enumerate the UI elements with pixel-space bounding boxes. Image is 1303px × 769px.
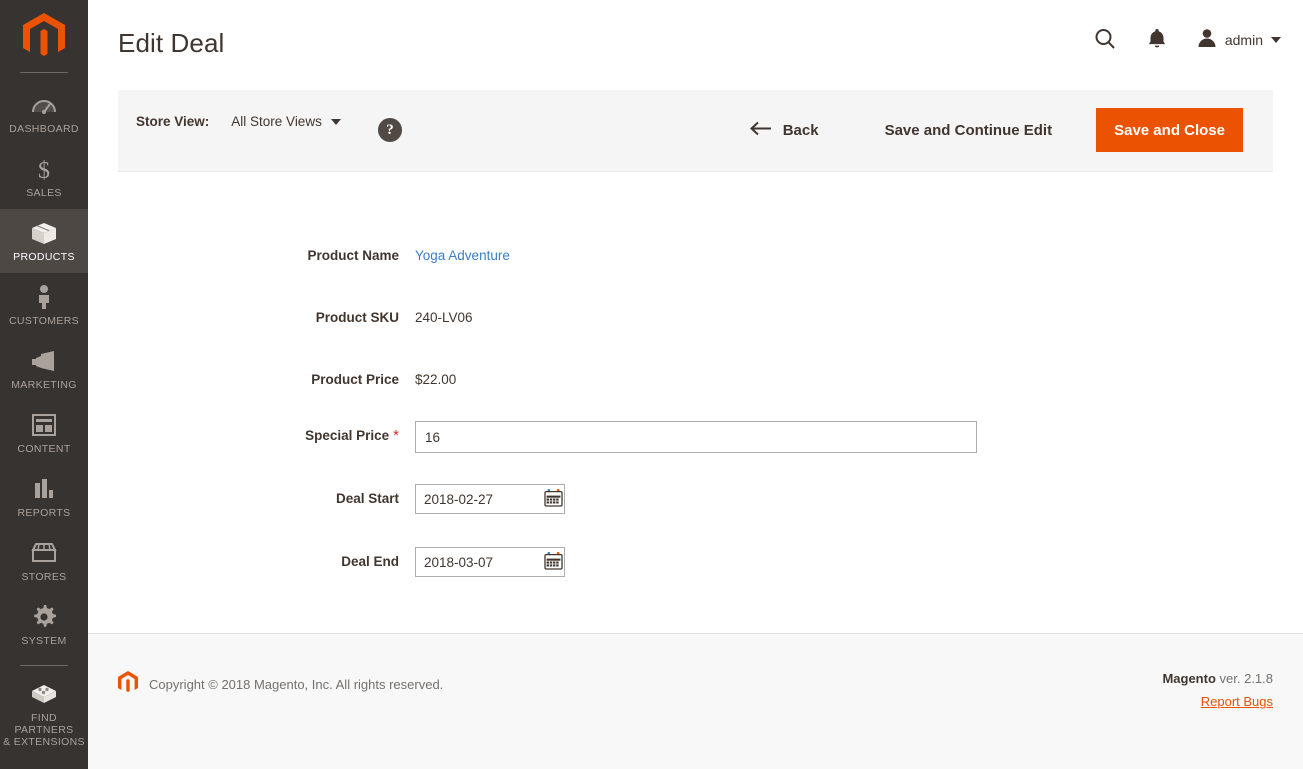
- field-label: Special Price *: [88, 421, 415, 446]
- page-title: Edit Deal: [118, 28, 225, 58]
- store-view-block: Store View: All Store Views: [136, 114, 341, 129]
- sidebar-item-label: Products: [13, 251, 75, 263]
- search-icon: [1093, 27, 1117, 54]
- main-sidebar: Dashboard $ Sales Products: [0, 0, 88, 769]
- layout-icon: [2, 412, 86, 438]
- sidebar-item-label: Dashboard: [9, 123, 79, 135]
- sidebar-item-sales[interactable]: $ Sales: [0, 145, 88, 209]
- sidebar-item-label-line1: Find Partners: [14, 712, 74, 736]
- sidebar-item-products[interactable]: Products: [0, 209, 88, 273]
- sidebar-item-label: Sales: [26, 187, 62, 199]
- field-label: Product Price: [311, 372, 399, 387]
- page-header: Edit Deal admin: [88, 0, 1303, 88]
- back-button-label: Back: [782, 121, 819, 139]
- box-icon: [2, 220, 86, 246]
- extension-icon: [2, 681, 86, 707]
- field-label: Product Name: [307, 248, 399, 263]
- search-button[interactable]: [1092, 26, 1118, 54]
- copyright-text: Copyright © 2018 Magento, Inc. All right…: [149, 677, 444, 692]
- arrow-left-icon: [749, 121, 772, 140]
- page-actions-toolbar: Store View: All Store Views ? Back Save …: [118, 90, 1273, 172]
- deal-start-calendar-button[interactable]: [543, 485, 564, 513]
- sidebar-item-find-partners-extensions[interactable]: Find Partners & Extensions: [0, 670, 88, 758]
- page-footer: Copyright © 2018 Magento, Inc. All right…: [88, 633, 1303, 769]
- store-view-switcher[interactable]: All Store Views: [231, 114, 341, 129]
- product-price-value: $22.00: [415, 372, 457, 387]
- product-sku-value: 240-LV06: [415, 310, 473, 325]
- sidebar-item-marketing[interactable]: Marketing: [0, 337, 88, 401]
- storefront-icon: [2, 540, 86, 566]
- chevron-down-icon: [1271, 37, 1281, 43]
- field-label: Deal End: [341, 554, 399, 569]
- field-row-product-name: Product Name Yoga Adventure: [88, 241, 1303, 266]
- person-icon: [2, 284, 86, 310]
- sidebar-item-label: Reports: [17, 507, 71, 519]
- store-view-value: All Store Views: [231, 114, 322, 129]
- sidebar-divider-top: [20, 72, 68, 73]
- version-number: ver. 2.1.8: [1215, 671, 1273, 686]
- deal-end-calendar-button[interactable]: [543, 548, 564, 576]
- product-name-link[interactable]: Yoga Adventure: [415, 241, 510, 266]
- sidebar-item-label: Content: [17, 443, 71, 455]
- sidebar-item-stores[interactable]: Stores: [0, 529, 88, 593]
- deal-end-datefield: [415, 547, 565, 577]
- dollar-icon: $: [2, 156, 86, 182]
- calendar-icon: [544, 551, 563, 573]
- calendar-icon: [544, 488, 563, 510]
- sidebar-item-dashboard[interactable]: Dashboard: [0, 81, 88, 145]
- field-label: Deal Start: [335, 491, 399, 506]
- header-actions: admin: [1092, 26, 1281, 54]
- notifications-button[interactable]: [1144, 26, 1170, 54]
- required-asterisk: *: [393, 427, 399, 445]
- special-price-label: Special Price: [305, 428, 390, 443]
- field-row-deal-end: Deal End: [88, 547, 1303, 577]
- sidebar-item-label: Stores: [21, 571, 67, 583]
- magento-logo-small-icon: [118, 671, 138, 698]
- admin-username: admin: [1224, 32, 1263, 48]
- sidebar-divider-bottom: [20, 665, 68, 666]
- sidebar-item-customers[interactable]: Customers: [0, 273, 88, 337]
- bell-icon: [1146, 27, 1168, 54]
- deal-start-input[interactable]: [416, 485, 543, 513]
- version-text: Magento ver. 2.1.8: [1162, 671, 1273, 686]
- chevron-down-icon: [330, 118, 341, 125]
- sidebar-item-reports[interactable]: Reports: [0, 465, 88, 529]
- admin-page: Dashboard $ Sales Products: [0, 0, 1303, 769]
- version-block: Magento ver. 2.1.8 Report Bugs: [1162, 671, 1273, 709]
- toolbar-buttons: Back Save and Continue Edit Save and Clo…: [736, 108, 1273, 152]
- sidebar-item-system[interactable]: System: [0, 593, 88, 657]
- deal-start-datefield: [415, 484, 565, 514]
- back-button[interactable]: Back: [736, 111, 833, 150]
- svg-text:$: $: [38, 158, 50, 182]
- store-view-label: Store View:: [136, 114, 210, 129]
- user-avatar-icon: [1196, 27, 1218, 54]
- megaphone-icon: [2, 348, 86, 374]
- field-row-product-sku: Product SKU 240-LV06: [88, 303, 1303, 328]
- field-row-special-price: Special Price *: [88, 421, 1303, 453]
- sidebar-item-label: System: [21, 635, 67, 647]
- field-row-product-price: Product Price $22.00: [88, 365, 1303, 390]
- dashboard-icon: [2, 92, 86, 118]
- admin-account-menu[interactable]: admin: [1196, 27, 1281, 54]
- version-brand: Magento: [1162, 671, 1216, 686]
- help-button[interactable]: ?: [378, 118, 402, 142]
- magento-logo[interactable]: [0, 0, 88, 72]
- save-and-continue-edit-button[interactable]: Save and Continue Edit: [869, 112, 1069, 149]
- sidebar-item-label: Marketing: [11, 379, 77, 391]
- deal-end-input[interactable]: [416, 548, 543, 576]
- sidebar-item-content[interactable]: Content: [0, 401, 88, 465]
- sidebar-item-label-line2: & Extensions: [3, 736, 85, 748]
- sidebar-item-label: Find Partners & Extensions: [2, 712, 86, 748]
- field-label: Product SKU: [315, 310, 399, 325]
- copyright-block: Copyright © 2018 Magento, Inc. All right…: [118, 671, 443, 698]
- save-and-close-button[interactable]: Save and Close: [1096, 108, 1243, 152]
- deal-form: Product Name Yoga Adventure Product SKU …: [88, 172, 1303, 633]
- special-price-input[interactable]: [415, 421, 977, 453]
- bar-chart-icon: [2, 476, 86, 502]
- sidebar-item-label: Customers: [8, 315, 80, 327]
- field-row-deal-start: Deal Start: [88, 484, 1303, 514]
- report-bugs-link[interactable]: Report Bugs: [1162, 694, 1273, 709]
- gear-icon: [2, 604, 86, 630]
